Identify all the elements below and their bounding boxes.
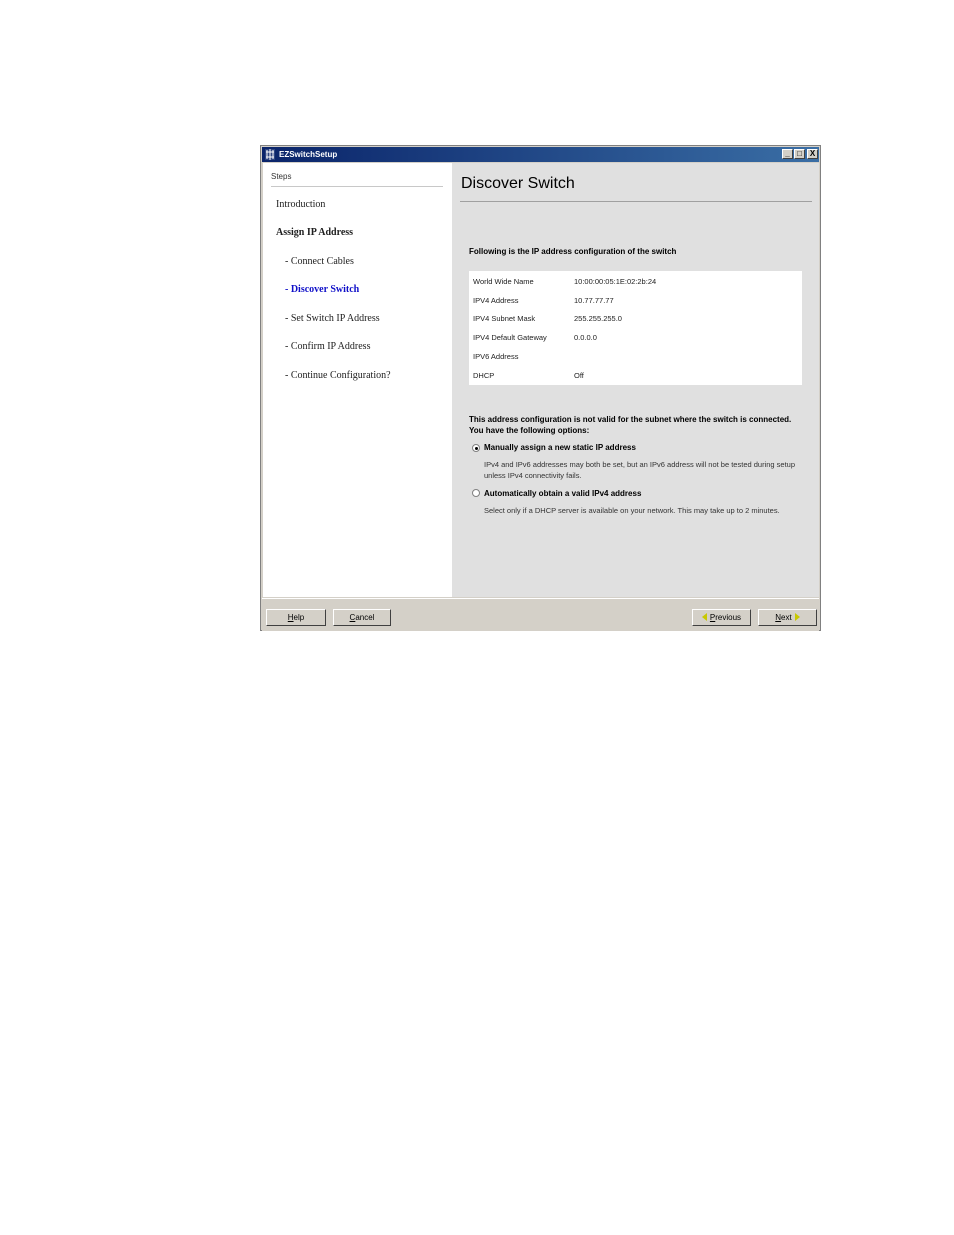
config-intro: Following is the IP address configuratio… <box>469 247 677 256</box>
auto-ip-description: Select only if a DHCP server is availabl… <box>484 506 780 515</box>
step-introduction: Introduction <box>276 199 326 210</box>
button-bar: Help Cancel Previous Next <box>262 598 819 631</box>
steps-divider <box>271 186 443 187</box>
steps-panel: Steps Introduction Assign IP Address - C… <box>263 163 452 597</box>
app-icon <box>265 149 275 160</box>
config-label: IPV6 Address <box>473 352 519 361</box>
previous-arrow-icon <box>701 613 707 621</box>
config-value: 10:00:00:05:1E:02:2b:24 <box>574 277 657 286</box>
invalid-config-warning: This address configuration is not valid … <box>469 415 792 435</box>
ezswitchsetup-window: EZSwitchSetup _ □ X Steps Introduction A… <box>260 145 821 631</box>
config-label: DHCP <box>473 371 495 380</box>
radio-selected-dot <box>474 446 478 450</box>
minimize-button[interactable]: _ <box>782 149 793 159</box>
config-label: IPV4 Subnet Mask <box>473 314 536 323</box>
page-title: Discover Switch <box>461 175 575 192</box>
step-connect-cables: - Connect Cables <box>285 256 354 267</box>
manual-ip-label[interactable]: Manually assign a new static IP address <box>484 443 636 452</box>
config-value: Off <box>574 371 584 380</box>
config-label: IPV4 Address <box>473 296 519 305</box>
config-label: IPV4 Default Gateway <box>473 333 547 342</box>
title-divider <box>460 201 812 202</box>
step-discover-switch: - Discover Switch <box>285 284 360 295</box>
config-value: 255.255.255.0 <box>574 314 622 323</box>
manual-ip-description: IPv4 and IPv6 addresses may both be set,… <box>484 460 796 480</box>
title-bar: EZSwitchSetup _ □ X <box>262 147 819 162</box>
step-confirm-ip-address: - Confirm IP Address <box>285 341 371 352</box>
config-value: 10.77.77.77 <box>574 296 614 305</box>
ip-config-box: World Wide Name 10:00:00:05:1E:02:2b:24 … <box>469 271 802 385</box>
window-title: EZSwitchSetup <box>279 150 338 159</box>
step-set-switch-ip-address: - Set Switch IP Address <box>285 313 380 324</box>
auto-ip-radio[interactable] <box>472 489 480 497</box>
config-value: 0.0.0.0 <box>574 333 597 342</box>
next-button[interactable]: Next <box>758 609 817 626</box>
step-assign-ip-address: Assign IP Address <box>276 227 354 238</box>
next-arrow-icon <box>794 613 800 621</box>
config-label: World Wide Name <box>473 277 534 286</box>
main-content: Discover Switch Following is the IP addr… <box>452 163 819 597</box>
previous-button[interactable]: Previous <box>692 609 751 626</box>
step-continue-configuration: - Continue Configuration? <box>285 370 391 381</box>
close-button[interactable]: X <box>807 149 818 159</box>
auto-ip-label[interactable]: Automatically obtain a valid IPv4 addres… <box>484 489 641 498</box>
help-button[interactable]: Help <box>266 609 326 626</box>
manual-ip-radio[interactable] <box>472 444 480 452</box>
cancel-button[interactable]: Cancel <box>333 609 391 626</box>
steps-header: Steps <box>271 172 292 181</box>
maximize-button[interactable]: □ <box>794 149 805 159</box>
